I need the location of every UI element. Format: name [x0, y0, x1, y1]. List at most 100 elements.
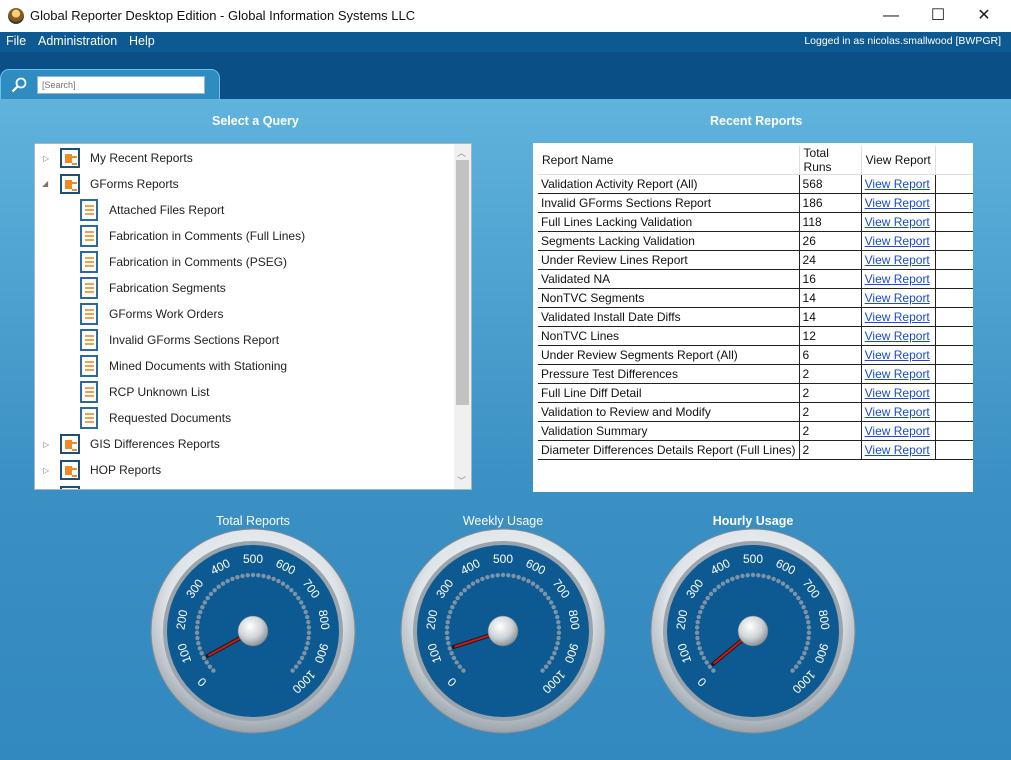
- view-report-cell: View Report: [861, 250, 937, 270]
- view-report-link[interactable]: View Report: [865, 329, 930, 343]
- total-runs-cell: 2: [799, 383, 862, 403]
- tree-item-report[interactable]: Fabrication in Comments (PSEG): [35, 250, 455, 276]
- expand-arrow-icon[interactable]: ▷: [43, 466, 49, 475]
- view-report-link[interactable]: View Report: [865, 367, 930, 381]
- tree-item-label: Attached Files Report: [109, 203, 225, 217]
- scroll-up-icon[interactable]: ︿: [457, 146, 466, 159]
- total-runs-cell: 26: [799, 231, 862, 251]
- gauge-tick-dot: [301, 604, 306, 610]
- view-report-link[interactable]: View Report: [865, 386, 930, 400]
- column-header-view-report[interactable]: View Report: [861, 146, 937, 175]
- search-tab[interactable]: [0, 69, 220, 99]
- spacer-cell: [935, 231, 973, 251]
- gauge-tick-dot: [790, 668, 795, 673]
- gauge-tick-dot: [720, 581, 726, 586]
- gauge-tick-dot: [771, 576, 776, 582]
- report-document-icon: [80, 277, 98, 299]
- spacer-cell: [935, 383, 973, 403]
- gauge-tick-dot: [511, 573, 516, 579]
- collapse-arrow-icon[interactable]: ◢: [42, 179, 48, 188]
- menu-file[interactable]: File: [6, 34, 26, 48]
- view-report-link[interactable]: View Report: [865, 177, 930, 191]
- view-report-link[interactable]: View Report: [865, 272, 930, 286]
- report-name-cell: Validation Activity Report (All): [538, 174, 800, 194]
- search-input[interactable]: [37, 76, 205, 94]
- recent-reports-panel: Report Name Total Runs View Report Valid…: [533, 143, 973, 492]
- tree-item-my-recent-reports[interactable]: ▷ My Recent Reports: [35, 146, 455, 172]
- gauge-tick-dot: [444, 625, 450, 630]
- gauge-tick-dot: [535, 584, 540, 589]
- gauge-tick-dot: [450, 604, 455, 610]
- tree-item-report[interactable]: Fabrication in Comments (Full Lines): [35, 224, 455, 250]
- view-report-cell: View Report: [861, 269, 937, 289]
- report-folder-icon: [60, 460, 80, 480]
- gauge-tick-dot: [445, 635, 450, 641]
- column-header-total-runs[interactable]: Total Runs: [799, 146, 862, 175]
- column-header-report-name[interactable]: Report Name: [538, 146, 800, 175]
- tree-scrollbar[interactable]: ︿ ﹀: [454, 144, 471, 489]
- close-button[interactable]: ✕: [966, 4, 1002, 28]
- menu-administration[interactable]: Administration: [38, 34, 117, 48]
- tree-item-report[interactable]: Attached Files Report: [35, 198, 455, 224]
- total-runs-cell: 186: [799, 193, 862, 213]
- table-row: Full Line Diff Detail 2 View Report: [538, 383, 973, 403]
- gauge-tick-dot: [204, 660, 209, 665]
- tree-item-hop-reports[interactable]: ▷ HOP Reports: [35, 458, 455, 484]
- gauge-tick-dot: [211, 668, 216, 673]
- tree-item-report[interactable]: Mined Documents with Stationing: [35, 354, 455, 380]
- gauge-tick-dot: [302, 651, 307, 656]
- gauge-tick-dot: [766, 575, 771, 580]
- tree-item-gis-differences-reports[interactable]: ▷ GIS Differences Reports: [35, 432, 455, 458]
- gauge-tick-dot: [694, 630, 700, 635]
- spacer-cell: [935, 288, 973, 308]
- scrollbar-thumb[interactable]: [456, 160, 469, 405]
- expand-arrow-icon[interactable]: ▷: [43, 154, 49, 163]
- gauge-tick-dot: [549, 655, 555, 661]
- gauge-tick-dot: [546, 595, 551, 601]
- view-report-link[interactable]: View Report: [865, 196, 930, 210]
- gauge-tick-dot: [485, 575, 490, 580]
- view-report-cell: View Report: [861, 440, 937, 460]
- tree-item-gforms-reports[interactable]: ◢ GForms Reports: [35, 172, 455, 198]
- tree-item-report[interactable]: Invalid GForms Sections Report: [35, 328, 455, 354]
- gauge-tick-dot: [745, 573, 750, 578]
- tree-item-report[interactable]: Fabrication Segments: [35, 276, 455, 302]
- view-report-link[interactable]: View Report: [865, 348, 930, 362]
- gauge-tick-dot: [306, 635, 311, 641]
- tree-item-report[interactable]: Requested Documents: [35, 406, 455, 432]
- maximize-button[interactable]: ☐: [920, 4, 956, 28]
- view-report-link[interactable]: View Report: [865, 215, 930, 229]
- gauge-tick-dot: [695, 635, 700, 641]
- report-name-cell: NonTVC Segments: [538, 288, 800, 308]
- menu-help[interactable]: Help: [129, 34, 155, 48]
- total-runs-cell: 118: [799, 212, 862, 232]
- tree-item-report[interactable]: RCP Unknown List: [35, 380, 455, 406]
- view-report-link[interactable]: View Report: [865, 253, 930, 267]
- gauge-tick-dot: [698, 609, 703, 615]
- view-report-link[interactable]: View Report: [865, 234, 930, 248]
- view-report-link[interactable]: View Report: [865, 424, 930, 438]
- tab-bar: [0, 52, 1011, 99]
- view-report-cell: View Report: [861, 288, 937, 308]
- view-report-cell: View Report: [861, 231, 937, 251]
- gauge-tick-dot: [289, 587, 294, 593]
- title-bar: Global Reporter Desktop Edition - Global…: [0, 0, 1011, 32]
- gauge-tick-dot: [306, 625, 312, 630]
- expand-arrow-icon[interactable]: ▷: [43, 440, 49, 449]
- scroll-down-icon[interactable]: ﹀: [457, 474, 466, 487]
- view-report-link[interactable]: View Report: [865, 405, 930, 419]
- search-icon[interactable]: [11, 77, 27, 93]
- gauge-tick-dot: [299, 655, 305, 661]
- view-report-link[interactable]: View Report: [865, 443, 930, 457]
- report-document-icon: [80, 199, 98, 221]
- column-header-spacer: [935, 146, 973, 175]
- gauge-tick-dot: [462, 587, 467, 593]
- minimize-button[interactable]: —: [873, 4, 909, 28]
- gauge-tick-dot: [556, 635, 561, 641]
- tree-item-report[interactable]: GForms Work Orders: [35, 302, 455, 328]
- view-report-link[interactable]: View Report: [865, 291, 930, 305]
- gauge-tick-dot: [712, 587, 717, 593]
- view-report-link[interactable]: View Report: [865, 310, 930, 324]
- gauge-tick-dot: [555, 641, 560, 646]
- total-runs-cell: 2: [799, 364, 862, 384]
